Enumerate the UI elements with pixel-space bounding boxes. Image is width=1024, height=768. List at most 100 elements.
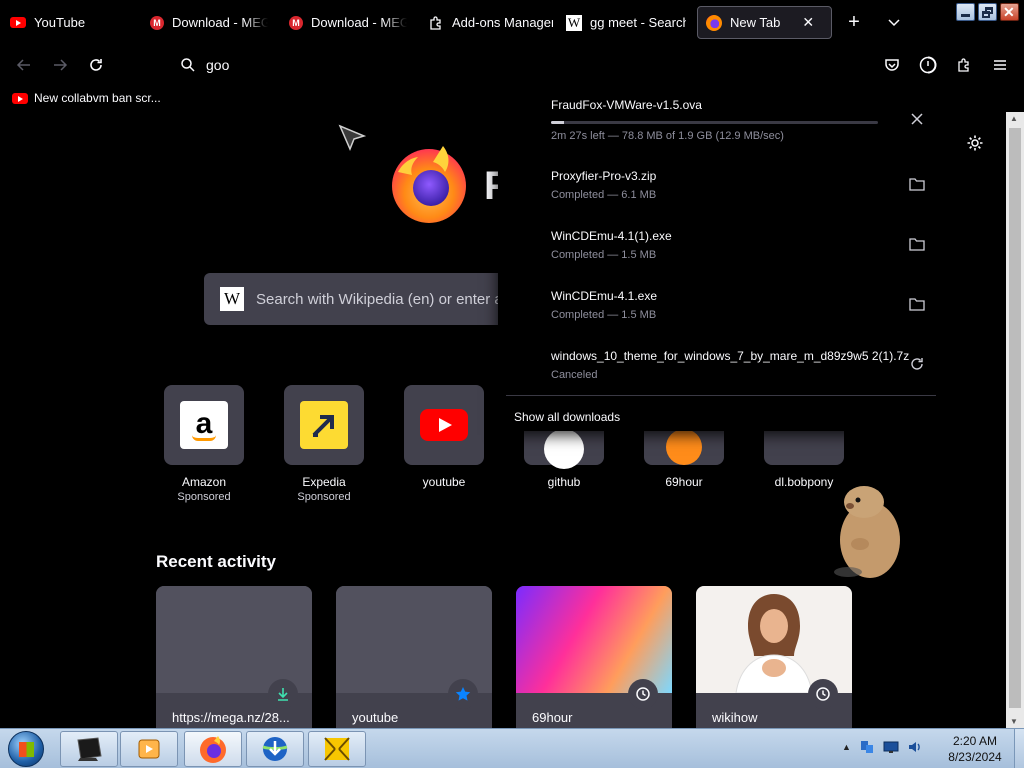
puzzle-icon <box>428 15 444 31</box>
system-tray: ▲ <box>842 739 923 755</box>
new-tab-button[interactable]: + <box>842 10 866 34</box>
download-status: Completed — 1.5 MB <box>551 249 657 261</box>
tab-mega-2[interactable]: M Download - MEGA <box>289 6 407 39</box>
top-site-expedia[interactable]: Expedia Sponsored <box>283 385 365 503</box>
back-arrow-icon <box>16 59 30 71</box>
top-site-youtube[interactable]: youtube <box>403 385 485 489</box>
download-item[interactable]: FraudFox-VMWare-v1.5.ova 2m 27s left — 7… <box>551 98 911 142</box>
tile-label: github <box>547 475 581 489</box>
volume-tray-icon[interactable] <box>907 739 923 755</box>
tile-label: youtube <box>422 475 466 489</box>
download-item[interactable]: WinCDEmu-4.1.exe Completed — 1.5 MB <box>551 289 911 321</box>
tile-label: Expedia <box>302 475 346 489</box>
page-scrollbar[interactable]: ▲ ▼ <box>1006 112 1024 728</box>
download-item[interactable]: Proxyfier-Pro-v3.zip Completed — 6.1 MB <box>551 169 911 201</box>
top-site-amazon[interactable]: a Amazon Sponsored <box>163 385 245 503</box>
reload-icon <box>90 59 102 71</box>
wikipedia-icon: W <box>566 14 582 31</box>
taskbar-app-2[interactable] <box>120 731 178 767</box>
taskbar-app-1[interactable] <box>60 731 118 767</box>
list-all-tabs-button[interactable] <box>882 10 906 34</box>
tile-label: Amazon <box>181 475 227 489</box>
navigation-toolbar <box>0 44 1024 86</box>
clock-date: 8/23/2024 <box>948 750 1002 764</box>
mouse-cursor-icon <box>338 124 366 151</box>
mega-icon: M <box>150 15 164 30</box>
tab-addons[interactable]: Add-ons Manager <box>428 6 553 39</box>
monitor-tray-icon[interactable] <box>883 739 899 755</box>
show-all-downloads-button[interactable]: Show all downloads <box>514 410 620 424</box>
recent-activity-heading: Recent activity <box>156 552 276 571</box>
bookmark-item[interactable]: New collabvm ban scr... <box>12 91 161 105</box>
computer-app-icon <box>77 737 102 761</box>
extensions-button[interactable] <box>952 53 976 77</box>
archive-app-icon <box>324 737 350 761</box>
panel-divider <box>506 395 936 396</box>
close-tab-icon[interactable]: ✕ <box>802 14 814 31</box>
youtube-icon <box>12 92 28 104</box>
close-window-button[interactable]: ✕ <box>1000 3 1019 21</box>
url-input[interactable] <box>206 57 466 73</box>
open-folder-button[interactable] <box>906 233 928 255</box>
puzzle-icon <box>958 58 969 72</box>
download-filename: Proxyfier-Pro-v3.zip <box>551 169 657 183</box>
download-item[interactable]: WinCDEmu-4.1(1).exe Completed — 1.5 MB <box>551 229 911 261</box>
personalize-button[interactable] <box>966 134 984 157</box>
windows-taskbar: ▲ 2:20 AM 8/23/2024 <box>0 728 1024 768</box>
download-filename: WinCDEmu-4.1.exe <box>551 289 658 303</box>
show-desktop-button[interactable] <box>1014 729 1024 768</box>
card-thumbnail <box>696 586 852 694</box>
hamster-sticker <box>834 486 900 578</box>
forward-button[interactable] <box>48 53 72 77</box>
firefox-logo <box>392 146 466 223</box>
app-menu-button[interactable] <box>988 53 1012 77</box>
mega-icon: M <box>289 15 303 30</box>
tab-gg-meet[interactable]: W gg meet - Search <box>566 6 686 39</box>
scroll-up-icon[interactable]: ▲ <box>1010 114 1018 123</box>
restore-button[interactable] <box>978 3 997 21</box>
minimize-button[interactable] <box>956 3 975 21</box>
taskbar-clock[interactable]: 2:20 AM 8/23/2024 <box>938 733 1012 765</box>
recent-card-wikihow[interactable]: wikihow <box>696 586 852 728</box>
tab-title: gg meet - Search <box>590 15 686 30</box>
hamburger-menu-icon <box>994 60 1006 70</box>
scrollbar-thumb[interactable] <box>1009 128 1021 708</box>
clock-icon <box>808 679 838 709</box>
url-bar[interactable] <box>180 50 500 80</box>
card-label: youtube <box>352 710 399 725</box>
tab-youtube[interactable]: YouTube <box>10 6 130 39</box>
taskbar-app-5[interactable] <box>308 731 366 767</box>
taskbar-firefox[interactable] <box>184 731 242 767</box>
cancel-icon <box>911 113 923 125</box>
back-button[interactable] <box>12 53 36 77</box>
downloads-button[interactable] <box>916 53 940 77</box>
tile-label: 69hour <box>665 475 703 489</box>
open-folder-button[interactable] <box>906 173 928 195</box>
tab-mega-1[interactable]: M Download - MEGA <box>150 6 268 39</box>
firefox-icon <box>200 736 226 763</box>
scroll-down-icon[interactable]: ▼ <box>1010 717 1018 726</box>
recent-card-69hour[interactable]: 69hour <box>516 586 672 728</box>
taskbar-app-4[interactable] <box>246 731 304 767</box>
network-tray-icon[interactable] <box>859 739 875 755</box>
recent-card-mega[interactable]: https://mega.nz/28... <box>156 586 312 728</box>
download-status: 2m 27s left — 78.8 MB of 1.9 GB (12.9 MB… <box>551 130 784 142</box>
retry-icon <box>911 358 923 370</box>
reload-button[interactable] <box>84 53 108 77</box>
download-item[interactable]: windows_10_theme_for_windows_7_by_mare_m… <box>551 349 911 381</box>
tab-title: Add-ons Manager <box>452 15 553 30</box>
cancel-download-button[interactable] <box>906 108 928 130</box>
show-hidden-icons-icon[interactable]: ▲ <box>842 742 851 752</box>
start-button[interactable] <box>4 730 48 768</box>
download-progress-bar <box>551 121 878 124</box>
forward-arrow-icon <box>54 59 68 71</box>
card-thumbnail <box>516 586 672 693</box>
open-folder-button[interactable] <box>906 293 928 315</box>
tab-title: New Tab <box>730 15 781 30</box>
pocket-button[interactable] <box>880 53 904 77</box>
tab-new-tab[interactable]: New Tab ✕ <box>697 6 832 39</box>
clock-time: 2:20 AM <box>952 734 998 748</box>
retry-download-button[interactable] <box>906 353 928 375</box>
folder-icon <box>909 238 925 251</box>
recent-card-youtube[interactable]: youtube <box>336 586 492 728</box>
